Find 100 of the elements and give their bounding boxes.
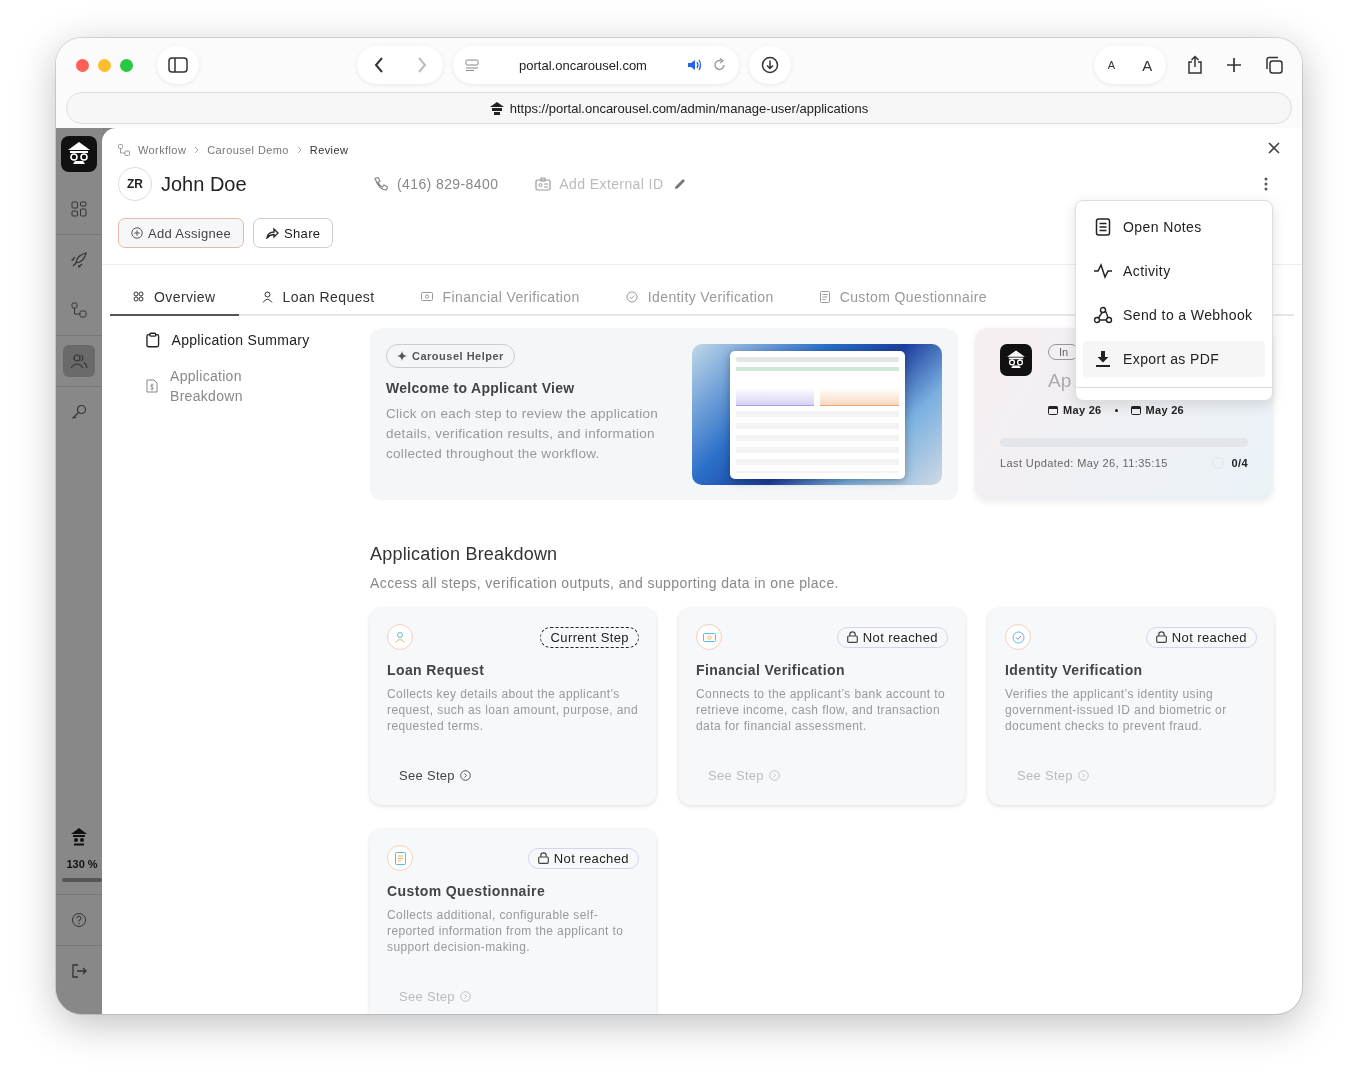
lock-icon bbox=[1155, 631, 1167, 643]
step-title: Identity Verification bbox=[1005, 662, 1144, 678]
applicant-name: John Doe bbox=[161, 172, 248, 196]
dollar-document-icon bbox=[146, 379, 158, 393]
site-logo-icon bbox=[489, 101, 504, 115]
breadcrumb-link[interactable]: Carousel Demo bbox=[207, 144, 289, 156]
pulse-icon bbox=[1093, 263, 1113, 279]
section-title: Application Breakdown bbox=[370, 544, 559, 565]
close-button[interactable] bbox=[1266, 140, 1282, 156]
notes-icon bbox=[1093, 218, 1113, 236]
forward-icon[interactable] bbox=[415, 56, 428, 74]
flow-icon bbox=[71, 302, 87, 318]
chevron-circle-icon bbox=[768, 770, 780, 781]
step-description: Collects key details about the applicant’s request, such as loan amount, purpose, and requested terms. bbox=[387, 686, 639, 734]
flow-icon bbox=[118, 144, 130, 156]
grid-icon bbox=[71, 201, 87, 217]
see-step-link[interactable]: See Step bbox=[387, 768, 483, 789]
app-logo-icon bbox=[61, 136, 97, 172]
users-nav-button[interactable] bbox=[63, 345, 95, 377]
end-date: May 26 bbox=[1145, 404, 1184, 416]
new-tab-icon[interactable] bbox=[1225, 56, 1243, 74]
logout-icon bbox=[71, 963, 87, 979]
sidebar-toggle-button[interactable] bbox=[157, 46, 199, 84]
speaker-icon[interactable] bbox=[687, 58, 703, 72]
larger-text-button[interactable]: A bbox=[1142, 56, 1153, 74]
close-window-button[interactable] bbox=[76, 58, 89, 72]
zoom-bar bbox=[62, 878, 102, 882]
address-pill[interactable]: portal.oncarousel.com bbox=[453, 46, 739, 84]
section-link[interactable]: Application Summary bbox=[146, 330, 336, 350]
chevron-circle-icon bbox=[459, 991, 471, 1002]
person-icon bbox=[387, 624, 413, 650]
banknote-icon bbox=[696, 624, 722, 650]
webhook-icon bbox=[1093, 306, 1113, 324]
check-circle-icon bbox=[625, 290, 638, 303]
breadcrumb-link[interactable]: Workflow bbox=[138, 144, 187, 156]
tab[interactable]: Loan Request bbox=[238, 279, 398, 316]
section-link[interactable]: Application Breakdown bbox=[146, 366, 336, 406]
chevron-circle-icon bbox=[1077, 770, 1089, 781]
assign-button[interactable]: Add Assignee bbox=[118, 218, 245, 248]
step-title: Loan Request bbox=[387, 662, 486, 678]
start-date: May 26 bbox=[1063, 404, 1102, 416]
banknote-icon bbox=[420, 292, 433, 301]
edit-icon[interactable] bbox=[673, 177, 688, 191]
tabs-overview-icon[interactable] bbox=[1263, 55, 1284, 75]
url-bar[interactable]: https://portal.oncarousel.com/admin/manage-user/applications bbox=[66, 92, 1292, 124]
status-title: Ap bbox=[1048, 370, 1073, 392]
chevron-circle-icon bbox=[459, 770, 471, 781]
welcome-title: Welcome to Applicant View bbox=[386, 380, 576, 396]
phone-icon bbox=[373, 176, 389, 192]
menu-item[interactable]: Open Notes bbox=[1083, 205, 1265, 249]
sidebar-icon bbox=[168, 57, 188, 73]
section-subtitle: Access all steps, verification outputs, and supporting data in one place. bbox=[370, 575, 840, 591]
download-icon bbox=[1093, 350, 1113, 368]
welcome-text: Click on each step to review the application details, verification results, and information collected throughout the workflow. bbox=[386, 405, 660, 463]
clipboard-icon bbox=[146, 332, 160, 348]
users-icon bbox=[70, 353, 88, 369]
document-icon bbox=[387, 845, 413, 871]
menu-item[interactable]: Export as PDF bbox=[1083, 341, 1265, 377]
calendar-icon bbox=[1048, 405, 1058, 415]
id-card-icon bbox=[535, 177, 552, 191]
help-icon bbox=[71, 912, 87, 928]
document-icon bbox=[819, 290, 830, 303]
carousel-mascot-icon bbox=[71, 828, 87, 846]
step-title: Financial Verification bbox=[696, 662, 846, 678]
date-separator-icon bbox=[1114, 408, 1118, 412]
url-text: https://portal.oncarousel.com/admin/manage-user/applications bbox=[509, 100, 869, 116]
page-icon bbox=[465, 58, 479, 72]
menu-item[interactable]: Send to a Webhook bbox=[1083, 293, 1265, 337]
reload-icon[interactable] bbox=[713, 58, 727, 72]
downloads-button[interactable] bbox=[749, 46, 791, 84]
check-badge-icon bbox=[1005, 624, 1031, 650]
person-icon bbox=[261, 290, 273, 303]
lock-icon bbox=[537, 852, 549, 864]
back-icon[interactable] bbox=[372, 56, 385, 74]
breadcrumb-link[interactable]: Review bbox=[309, 144, 349, 156]
lock-icon bbox=[846, 631, 858, 643]
chevron-right-icon bbox=[194, 146, 200, 154]
key-icon bbox=[71, 404, 87, 420]
chevron-right-icon bbox=[296, 146, 302, 154]
zoom-level: 130 % bbox=[66, 858, 98, 870]
more-icon[interactable] bbox=[1264, 177, 1268, 191]
overview-icon bbox=[133, 291, 144, 302]
step-description: Verifies the applicant’s identity using government-issued ID and biometric or document checks to prevent fraud. bbox=[1005, 686, 1228, 734]
last-updated: Last Updated: May 26, 11:35:15 bbox=[1000, 457, 1168, 469]
step-description: Connects to the applicant’s bank account to retrieve income, cash flow, and transaction data for financial assessment. bbox=[696, 686, 947, 734]
close-icon bbox=[1268, 142, 1280, 154]
step-count: 0/4 bbox=[1231, 457, 1248, 469]
phone-number: (416) 829-8400 bbox=[397, 176, 499, 192]
rocket-icon bbox=[71, 252, 87, 268]
share-button[interactable]: Share bbox=[253, 218, 334, 248]
calendar-icon bbox=[1130, 405, 1141, 415]
site-name: portal.oncarousel.com bbox=[518, 57, 648, 73]
step-title: Custom Questionnaire bbox=[387, 883, 547, 899]
menu-item[interactable]: Activity bbox=[1083, 249, 1265, 293]
smaller-text-button[interactable]: A bbox=[1107, 59, 1115, 71]
step-description: Collects additional, configurable self-reported information from the applicant to support decision-making. bbox=[387, 907, 625, 955]
share-icon[interactable] bbox=[1186, 55, 1205, 75]
download-icon bbox=[761, 56, 779, 74]
tab[interactable]: Overview bbox=[110, 279, 239, 316]
zoom-window-button[interactable] bbox=[120, 58, 133, 72]
